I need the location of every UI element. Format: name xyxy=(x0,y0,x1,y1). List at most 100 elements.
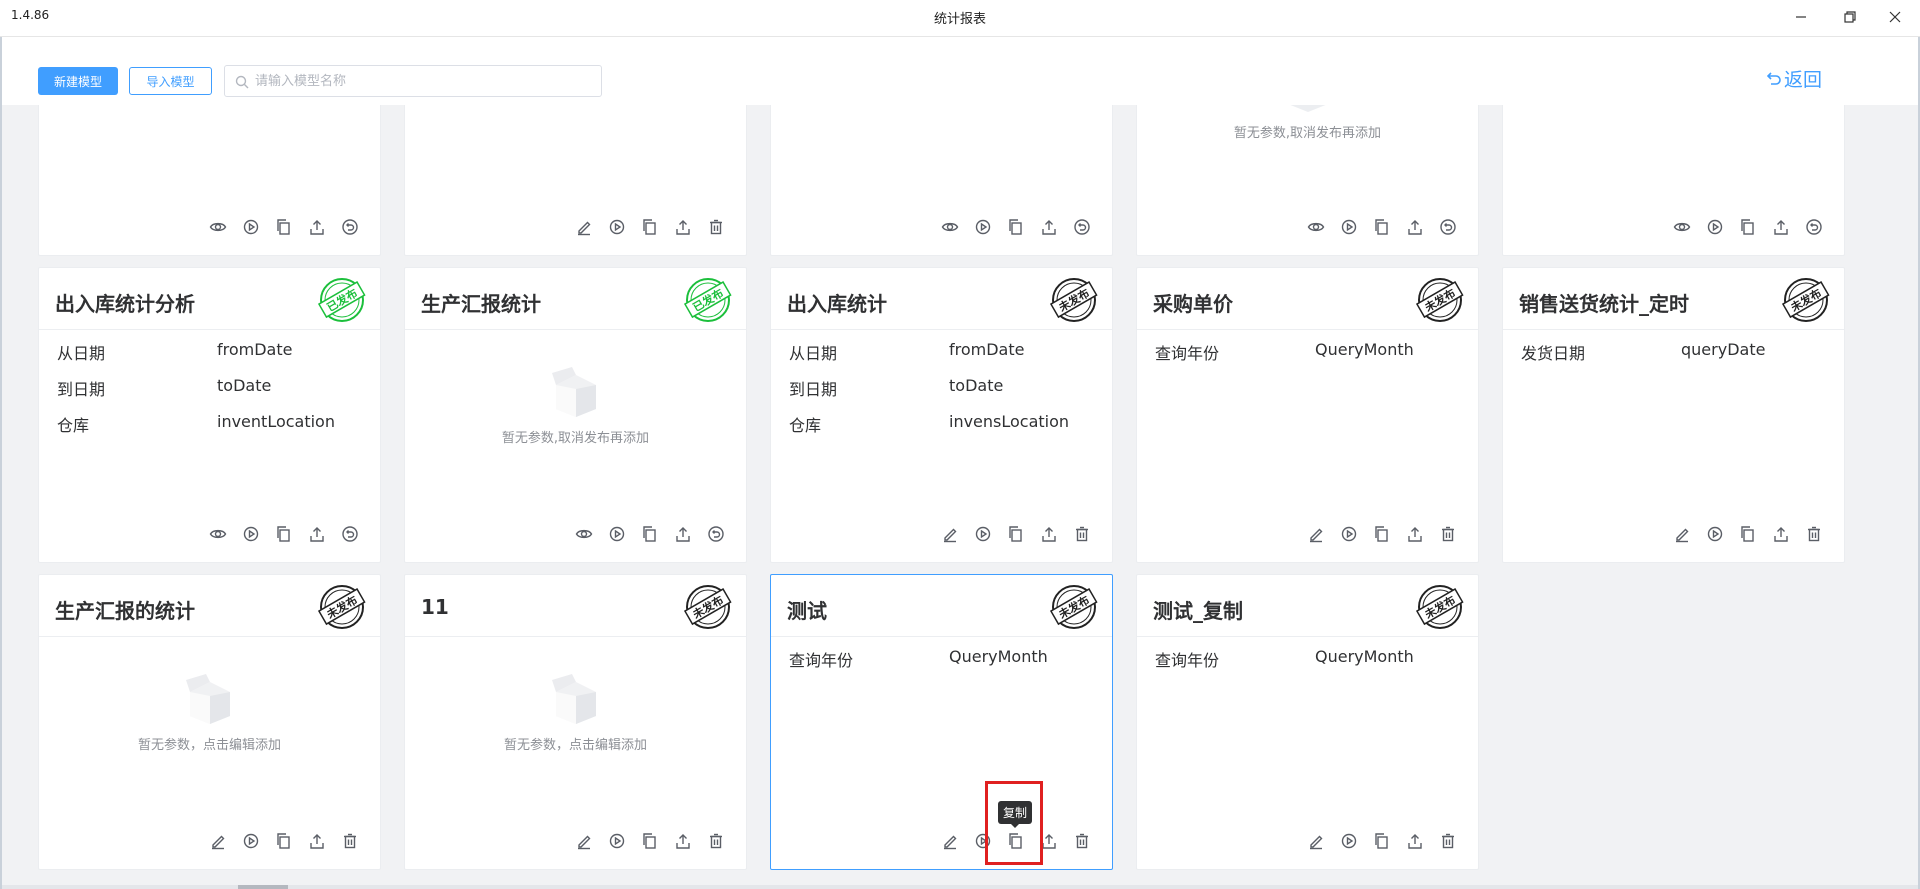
run-button[interactable] xyxy=(1705,524,1725,544)
edit-button[interactable] xyxy=(940,831,960,851)
model-card[interactable] xyxy=(1502,105,1845,256)
back-button[interactable]: 返回 xyxy=(1767,65,1822,92)
view-button[interactable] xyxy=(574,524,594,544)
run-button[interactable] xyxy=(1339,524,1359,544)
export-button[interactable] xyxy=(673,831,693,851)
model-card[interactable] xyxy=(38,105,381,256)
revoke-button[interactable] xyxy=(340,524,360,544)
copy-button[interactable] xyxy=(640,524,660,544)
copy-button[interactable] xyxy=(274,831,294,851)
edit-button[interactable] xyxy=(1306,524,1326,544)
delete-button[interactable] xyxy=(706,831,726,851)
export-button[interactable] xyxy=(307,524,327,544)
run-button[interactable] xyxy=(1705,217,1725,237)
export-button[interactable] xyxy=(1405,217,1425,237)
export-button[interactable] xyxy=(307,831,327,851)
export-button[interactable] xyxy=(1039,524,1059,544)
new-model-button[interactable]: 新建模型 xyxy=(38,67,118,95)
delete-button[interactable] xyxy=(340,831,360,851)
view-button[interactable] xyxy=(940,217,960,237)
copy-button[interactable] xyxy=(274,524,294,544)
delete-button[interactable] xyxy=(1438,831,1458,851)
export-button[interactable] xyxy=(1771,524,1791,544)
copy-button[interactable] xyxy=(640,831,660,851)
model-card[interactable]: 测试 未发布 查询年份 QueryMonth 复制 xyxy=(770,574,1113,870)
run-button[interactable] xyxy=(241,524,261,544)
delete-button[interactable] xyxy=(1438,524,1458,544)
play-icon xyxy=(1341,526,1357,542)
model-card[interactable] xyxy=(770,105,1113,256)
export-button[interactable] xyxy=(1405,831,1425,851)
export-button[interactable] xyxy=(673,524,693,544)
search-icon xyxy=(235,75,249,89)
restore-button[interactable] xyxy=(1837,6,1863,28)
export-button[interactable] xyxy=(1039,217,1059,237)
revoke-button[interactable] xyxy=(1804,217,1824,237)
view-button[interactable] xyxy=(1306,217,1326,237)
delete-button[interactable] xyxy=(1072,524,1092,544)
run-button[interactable] xyxy=(241,217,261,237)
model-card[interactable]: 暂无参数,取消发布再添加 xyxy=(1136,105,1479,256)
scrollbar-thumb[interactable] xyxy=(238,885,288,889)
play-icon xyxy=(975,219,991,235)
horizontal-scrollbar[interactable] xyxy=(2,885,1918,889)
import-model-button[interactable]: 导入模型 xyxy=(129,67,212,95)
export-button[interactable] xyxy=(1405,524,1425,544)
play-icon xyxy=(243,526,259,542)
edit-icon xyxy=(944,835,957,850)
copy-button[interactable] xyxy=(1738,217,1758,237)
minimize-button[interactable] xyxy=(1788,6,1814,28)
card-actions xyxy=(574,831,726,851)
delete-button[interactable] xyxy=(1072,831,1092,851)
copy-button[interactable] xyxy=(1006,524,1026,544)
run-button[interactable] xyxy=(241,831,261,851)
copy-button[interactable] xyxy=(1372,524,1392,544)
edit-button[interactable] xyxy=(574,831,594,851)
view-button[interactable] xyxy=(208,524,228,544)
copy-button[interactable] xyxy=(1738,524,1758,544)
run-button[interactable] xyxy=(607,831,627,851)
search-input[interactable] xyxy=(255,71,585,91)
export-button[interactable] xyxy=(307,217,327,237)
run-button[interactable] xyxy=(607,217,627,237)
run-button[interactable] xyxy=(973,524,993,544)
model-card[interactable]: 生产汇报统计 已发布 暂无参数,取消发布再添加 xyxy=(404,267,747,563)
copy-button[interactable] xyxy=(1372,217,1392,237)
revoke-button[interactable] xyxy=(1438,217,1458,237)
model-card[interactable]: 生产汇报的统计 未发布 暂无参数，点击编辑添加 xyxy=(38,574,381,870)
copy-button[interactable] xyxy=(1006,217,1026,237)
edit-button[interactable] xyxy=(574,217,594,237)
model-card[interactable]: 测试_复制 未发布 查询年份 QueryMonth xyxy=(1136,574,1479,870)
edit-button[interactable] xyxy=(940,524,960,544)
view-button[interactable] xyxy=(1672,217,1692,237)
edit-button[interactable] xyxy=(1306,831,1326,851)
revoke-button[interactable] xyxy=(340,217,360,237)
export-button[interactable] xyxy=(673,217,693,237)
run-button[interactable] xyxy=(1339,217,1359,237)
revoke-button[interactable] xyxy=(1072,217,1092,237)
model-card[interactable]: 采购单价 未发布 查询年份 QueryMonth xyxy=(1136,267,1479,563)
card-actions xyxy=(208,217,360,237)
run-button[interactable] xyxy=(1339,831,1359,851)
model-card[interactable]: 销售送货统计_定时 未发布 发货日期 queryDate xyxy=(1502,267,1845,563)
edit-button[interactable] xyxy=(1672,524,1692,544)
delete-button[interactable] xyxy=(1804,524,1824,544)
copy-button[interactable] xyxy=(274,217,294,237)
param-list: 从日期 fromDate 到日期 toDate 仓库 invensLocation xyxy=(789,340,1102,448)
export-button[interactable] xyxy=(1771,217,1791,237)
model-card[interactable]: 出入库统计 未发布 从日期 fromDate 到日期 toDate 仓库 invensLoca… xyxy=(770,267,1113,563)
model-card[interactable]: 出入库统计分析 已发布 从日期 fromDate 到日期 toDate 仓库 inventLo… xyxy=(38,267,381,563)
edit-button[interactable] xyxy=(208,831,228,851)
revoke-button[interactable] xyxy=(706,524,726,544)
model-card[interactable] xyxy=(404,105,747,256)
copy-button[interactable] xyxy=(1372,831,1392,851)
run-button[interactable] xyxy=(973,217,993,237)
copy-icon xyxy=(1741,219,1754,235)
copy-button[interactable] xyxy=(640,217,660,237)
model-card[interactable]: 11 未发布 暂无参数，点击编辑添加 xyxy=(404,574,747,870)
run-button[interactable] xyxy=(607,524,627,544)
close-window-button[interactable] xyxy=(1882,6,1908,28)
view-button[interactable] xyxy=(208,217,228,237)
delete-button[interactable] xyxy=(706,217,726,237)
card-title: 测试_复制 xyxy=(1153,599,1243,623)
